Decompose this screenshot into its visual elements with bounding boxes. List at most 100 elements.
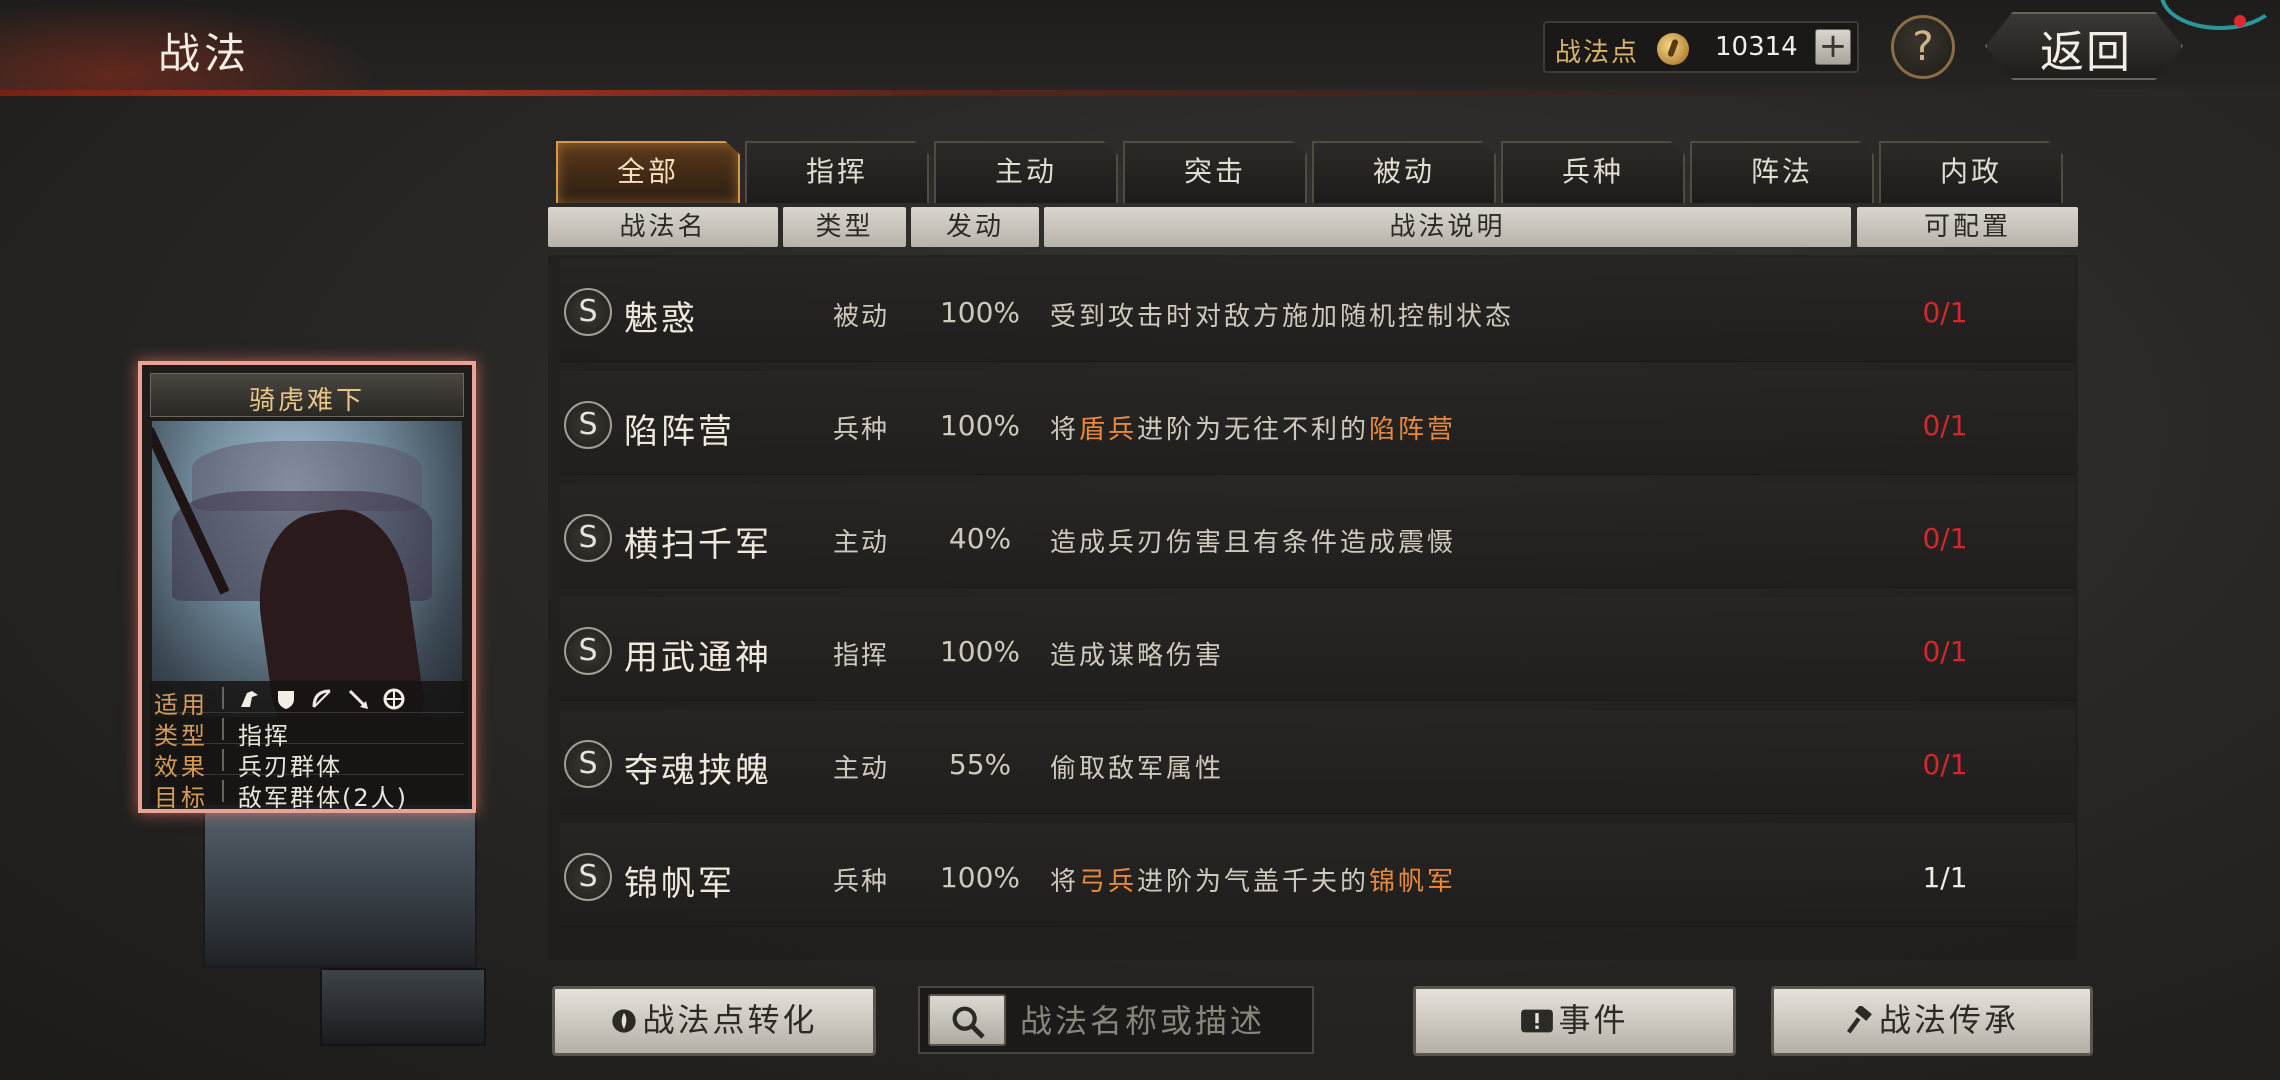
tactic-points-label: 战法点 [1555, 38, 1640, 68]
tactic-name: 陷阵营 [624, 412, 735, 452]
add-points-button[interactable]: + [1815, 29, 1851, 65]
shield-icon [274, 687, 298, 711]
divider [222, 780, 224, 802]
convert-points-label: 战法点转化 [642, 1001, 818, 1039]
tactic-description: 受到攻击时对敌方施加随机控制状态 [1050, 302, 1515, 332]
event-button[interactable]: 事件 [1413, 986, 1736, 1056]
notification-dot [2234, 15, 2246, 27]
tactic-type: 主动 [832, 528, 889, 558]
spear-icon [346, 687, 370, 711]
card-effect-row: 效果 兵刃群体 [154, 745, 464, 781]
tab-passive[interactable]: 被动 [1312, 141, 1496, 203]
cavalry-icon [238, 687, 262, 711]
tactic-name: 魅惑 [624, 299, 698, 339]
tactic-points-display: 战法点 10314 + [1543, 21, 1859, 73]
tactic-rate: 100% [939, 296, 1021, 329]
divider [222, 687, 224, 709]
tactic-config-count: 0/1 [1922, 748, 1968, 781]
convert-points-button[interactable]: 战法点转化 [552, 986, 876, 1056]
column-header-description: 战法说明 [1044, 207, 1851, 247]
tab-active[interactable]: 主动 [934, 141, 1118, 203]
tactic-name: 夺魂挟魄 [624, 751, 772, 791]
target-label: 目标 [154, 784, 208, 812]
tactic-name: 用武通神 [624, 638, 772, 678]
tactic-type: 兵种 [832, 867, 889, 897]
tab-assault[interactable]: 突击 [1123, 141, 1307, 203]
tactic-row[interactable]: S 魅惑 被动 100% 受到攻击时对敌方施加随机控制状态 0/1 [560, 258, 2075, 362]
card-type-row: 类型 指挥 [154, 714, 464, 750]
tactic-row[interactable]: S 陷阵营 兵种 100% 将盾兵进阶为无往不利的陷阵营 0/1 [560, 371, 2075, 475]
s-rank-badge: S [564, 740, 612, 788]
tactic-card[interactable]: 骑虎难下 适用 类型 指挥 效果 兵刃群体 目标 敌军群体(2人) [138, 361, 476, 813]
tab-internal[interactable]: 内政 [1879, 141, 2063, 203]
tab-all[interactable]: 全部 [556, 141, 740, 203]
s-rank-badge: S [564, 288, 612, 336]
search-icon [952, 1006, 985, 1039]
tactic-config-count: 0/1 [1922, 409, 1968, 442]
inherit-label: 战法传承 [1878, 1001, 2019, 1039]
column-header-config[interactable]: 可配置 [1857, 207, 2078, 247]
bow-icon [310, 687, 334, 711]
tactic-type: 被动 [832, 302, 889, 332]
tactic-rate: 40% [948, 522, 1012, 555]
card-title: 骑虎难下 [248, 386, 365, 416]
tactic-type: 主动 [832, 754, 889, 784]
top-bar: 战法 战法点 10314 + ? 返回 [0, 0, 2280, 96]
card-target-row: 目标 敌军群体(2人) [154, 776, 464, 812]
page-title: 战法 [158, 29, 251, 78]
tactic-config-count: 1/1 [1922, 861, 1968, 894]
tactic-type: 兵种 [832, 415, 889, 445]
tactic-points-icon [1657, 33, 1689, 65]
card-apply-row: 适用 [154, 683, 464, 719]
tactic-name: 横扫千军 [624, 525, 772, 565]
s-rank-badge: S [564, 853, 612, 901]
tactic-description: 将弓兵进阶为气盖千夫的锦帆军 [1050, 867, 1457, 897]
tactic-row[interactable]: S 用武通神 指挥 100% 造成谋略伤害 0/1 [560, 597, 2075, 701]
tactic-description: 将盾兵进阶为无往不利的陷阵营 [1050, 415, 1457, 445]
tactic-name: 锦帆军 [624, 864, 735, 904]
help-button[interactable]: ? [1891, 15, 1955, 79]
siege-icon [382, 687, 406, 711]
search-bar[interactable] [918, 986, 1314, 1054]
points-icon [610, 991, 638, 1053]
card-artwork [152, 421, 462, 717]
corner-ring-decoration [2160, 0, 2280, 30]
tactic-description: 造成兵刃伤害且有条件造成震慑 [1050, 528, 1457, 558]
inherit-button[interactable]: 战法传承 [1771, 986, 2093, 1056]
column-header-name[interactable]: 战法名 [548, 207, 778, 247]
card-info-panel: 适用 类型 指挥 效果 兵刃群体 目标 敌军群体(2人) [150, 681, 468, 812]
s-rank-badge: S [564, 627, 612, 675]
tactic-config-count: 0/1 [1922, 522, 1968, 555]
tactic-description: 偷取敌军属性 [1050, 754, 1225, 784]
tactic-row[interactable]: S 锦帆军 兵种 100% 将弓兵进阶为气盖千夫的锦帆军 1/1 [560, 823, 2075, 927]
search-button[interactable] [928, 994, 1006, 1046]
tab-formation[interactable]: 阵法 [1690, 141, 1874, 203]
tactic-points-value: 10314 [1715, 32, 1798, 62]
tactic-row[interactable]: S 横扫千军 主动 40% 造成兵刃伤害且有条件造成震慑 0/1 [560, 484, 2075, 588]
s-rank-badge: S [564, 401, 612, 449]
column-header-type[interactable]: 类型 [783, 207, 906, 247]
back-button-label[interactable]: 返回 [2040, 16, 2132, 80]
alert-icon [1520, 991, 1554, 1053]
tactic-description: 造成谋略伤害 [1050, 641, 1225, 671]
divider [222, 718, 224, 740]
hammer-icon [1845, 991, 1875, 1053]
tab-command[interactable]: 指挥 [745, 141, 929, 203]
tactic-rate: 55% [948, 748, 1012, 781]
event-label: 事件 [1558, 1001, 1629, 1039]
tactic-type: 指挥 [832, 641, 889, 671]
divider [222, 749, 224, 771]
tab-troop[interactable]: 兵种 [1501, 141, 1685, 203]
card-title-bar: 骑虎难下 [150, 373, 464, 417]
tactic-rate: 100% [939, 861, 1021, 894]
tactic-config-count: 0/1 [1922, 296, 1968, 329]
stacked-card-back[interactable] [203, 808, 477, 968]
tactic-row[interactable]: S 夺魂挟魄 主动 55% 偷取敌军属性 0/1 [560, 710, 2075, 814]
stacked-card-back[interactable] [320, 968, 486, 1046]
tactic-rate: 100% [939, 635, 1021, 668]
search-input[interactable] [1020, 998, 1308, 1044]
target-value: 敌军群体(2人) [238, 784, 408, 812]
tactic-config-count: 0/1 [1922, 635, 1968, 668]
s-rank-badge: S [564, 514, 612, 562]
column-header-rate[interactable]: 发动 [911, 207, 1039, 247]
